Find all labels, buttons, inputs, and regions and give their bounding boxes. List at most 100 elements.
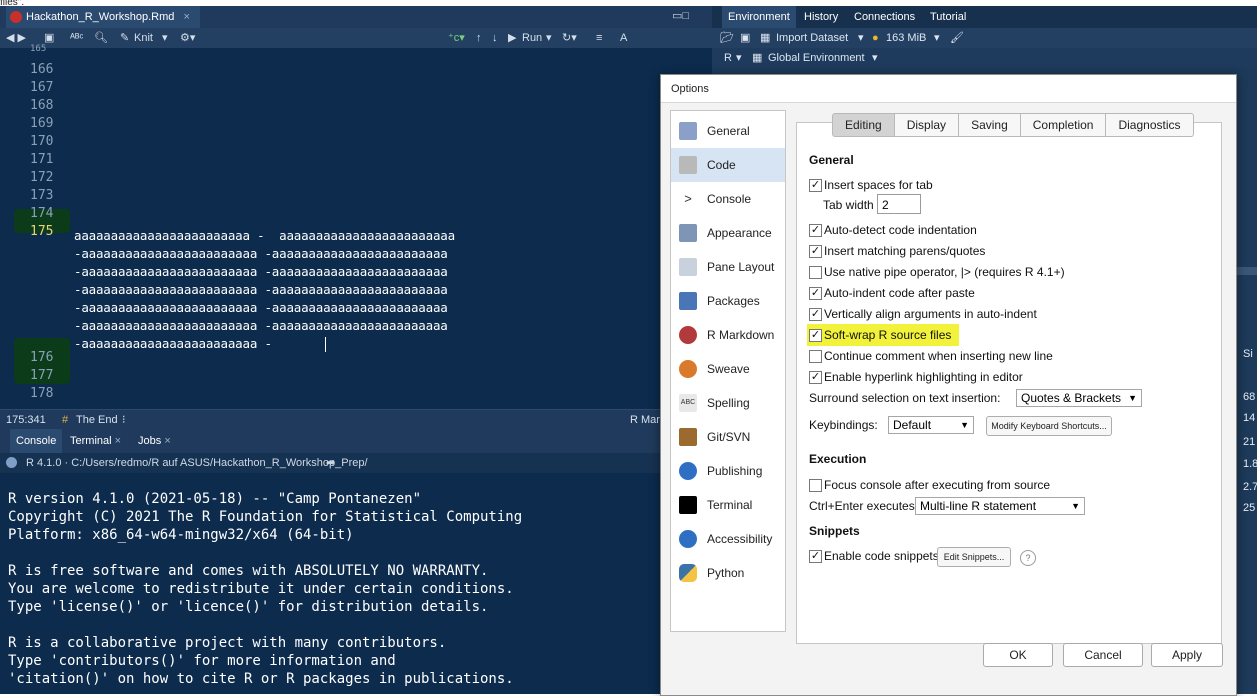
spellcheck-icon[interactable]: ᴬᴮᶜ <box>70 28 83 48</box>
pane-splitter[interactable] <box>1235 267 1257 275</box>
nav-item-spelling[interactable]: ABC Spelling <box>671 386 785 420</box>
option-label: Soft-wrap R source files <box>824 328 952 342</box>
tab-diagnostics[interactable]: Diagnostics <box>1106 113 1194 137</box>
console-line: You are welcome to redistribute it under… <box>8 581 514 597</box>
outline-icon[interactable]: ≡ <box>596 28 602 48</box>
import-dropdown-icon[interactable]: ▾ <box>858 28 864 48</box>
checkbox-checked[interactable]: ✓ <box>809 287 822 300</box>
checkbox-checked[interactable]: ✓ <box>809 308 822 321</box>
tab-console[interactable]: Console <box>10 429 63 453</box>
go-to-directory-icon[interactable]: ➦ <box>326 453 335 473</box>
save-workspace-icon[interactable]: ▣ <box>740 28 750 48</box>
checkbox-checked[interactable]: ✓ <box>809 245 822 258</box>
edit-snippets-button[interactable]: Edit Snippets... <box>937 547 1011 567</box>
down-arrow-icon[interactable]: ↓ <box>492 28 498 48</box>
search-icon[interactable]: 🔍︎ <box>94 28 108 48</box>
tab-display[interactable]: Display <box>894 113 960 137</box>
file-type-selector[interactable]: R Mar <box>630 410 660 430</box>
modify-shortcuts-button[interactable]: Modify Keyboard Shortcuts... <box>986 416 1112 436</box>
nav-item-label: Terminal <box>707 498 753 512</box>
help-icon[interactable]: ? <box>1020 550 1036 566</box>
insert-chunk-icon[interactable]: ⁺c▾ <box>448 28 465 48</box>
tab-history[interactable]: History <box>798 6 844 28</box>
close-tab-icon[interactable]: × <box>183 11 189 23</box>
environment-icon: ▦ <box>752 52 763 64</box>
tab-jobs[interactable]: Jobs × <box>132 429 177 453</box>
knit-button[interactable]: Knit <box>134 28 153 48</box>
run-icon[interactable]: ▶ <box>508 28 516 48</box>
section-snippets: Snippets <box>809 524 860 538</box>
tab-connections[interactable]: Connections <box>848 6 921 28</box>
up-arrow-icon[interactable]: ↑ <box>476 28 482 48</box>
apply-button[interactable]: Apply <box>1151 643 1223 667</box>
option-label: Continue comment when inserting new line <box>824 349 1053 363</box>
nav-item-packages[interactable]: Packages <box>671 284 785 318</box>
section-dropdown-icon[interactable]: ⁝ <box>122 410 126 430</box>
nav-item-console[interactable]: > Console <box>671 182 785 216</box>
git-box-icon <box>679 428 697 446</box>
nav-item-publishing[interactable]: Publishing <box>671 454 785 488</box>
nav-item-label: Appearance <box>707 226 772 240</box>
gear-icon[interactable]: ⚙▾ <box>180 28 195 48</box>
section-selector[interactable]: The End <box>76 410 118 430</box>
tab-editing[interactable]: Editing <box>832 113 895 137</box>
working-directory[interactable]: R 4.1.0 · C:/Users/redmo/R auf ASUS/Hack… <box>26 453 368 473</box>
tab-terminal[interactable]: Terminal × <box>64 429 127 453</box>
rerun-icon[interactable]: ↻▾ <box>562 28 577 48</box>
console-output[interactable]: R version 4.1.0 (2021-05-18) -- "Camp Po… <box>0 473 712 694</box>
language-selector[interactable]: R <box>724 48 732 68</box>
nav-item-code[interactable]: Code <box>671 148 785 182</box>
nav-item-pane-layout[interactable]: Pane Layout <box>671 250 785 284</box>
environment-dropdown-icon[interactable]: ▾ <box>872 48 878 68</box>
environment-selector[interactable]: Global Environment <box>768 48 865 68</box>
run-dropdown-icon[interactable]: ▾ <box>546 28 552 48</box>
knit-icon[interactable]: ✎ <box>120 28 129 48</box>
nav-item-r-markdown[interactable]: R Markdown <box>671 318 785 352</box>
checkbox-checked[interactable]: ✓ <box>809 329 822 342</box>
load-workspace-icon[interactable]: 📂︎ <box>720 28 734 48</box>
nav-item-git-svn[interactable]: Git/SVN <box>671 420 785 454</box>
import-dataset-button[interactable]: Import Dataset <box>776 28 848 48</box>
nav-item-sweave[interactable]: Sweave <box>671 352 785 386</box>
line-number: 172 <box>30 170 54 185</box>
surround-select[interactable]: Quotes & Brackets ▼ <box>1016 389 1142 407</box>
keybindings-select[interactable]: Default ▼ <box>888 416 974 434</box>
import-dataset-icon[interactable]: ▦ <box>760 28 770 48</box>
minimize-pane-icon[interactable]: ▭□ <box>672 9 689 22</box>
close-jobs-icon[interactable]: × <box>164 435 170 447</box>
tab-saving[interactable]: Saving <box>959 113 1021 137</box>
knit-dropdown-icon[interactable]: ▾ <box>162 28 168 48</box>
format-icon[interactable]: A <box>620 28 627 48</box>
close-terminal-icon[interactable]: × <box>115 435 121 447</box>
nav-item-appearance[interactable]: Appearance <box>671 216 785 250</box>
tab-tutorial[interactable]: Tutorial <box>924 6 972 28</box>
checkbox-unchecked[interactable] <box>809 266 822 279</box>
ctrl-enter-select[interactable]: Multi-line R statement ▼ <box>915 497 1085 515</box>
back-forward-icon[interactable]: ◀ ▶ <box>6 28 26 48</box>
tab-width-input[interactable]: 2 <box>877 194 921 214</box>
nav-item-python[interactable]: Python <box>671 556 785 590</box>
language-dropdown-icon[interactable]: ▾ <box>736 48 742 68</box>
checkbox-checked[interactable]: ✓ <box>809 224 822 237</box>
memory-dropdown-icon[interactable]: ▾ <box>934 28 940 48</box>
memory-usage[interactable]: 163 MiB <box>886 28 926 48</box>
tab-environment[interactable]: Environment <box>722 6 796 28</box>
checkbox-checked[interactable]: ✓ <box>809 371 822 384</box>
run-button[interactable]: Run <box>522 28 542 48</box>
nav-item-accessibility[interactable]: Accessibility <box>671 522 785 556</box>
environment-toolbar: 📂︎ ▣ ▦ Import Dataset ▾ ● 163 MiB ▾ 🖌︎ <box>712 28 1257 48</box>
cancel-button[interactable]: Cancel <box>1063 643 1143 667</box>
editor-file-tab[interactable]: Hackathon_R_Workshop.Rmd × <box>6 6 200 28</box>
code-area[interactable]: 165 166 167 168 169 170 171 172 173 174 … <box>0 44 712 409</box>
nav-item-terminal[interactable]: Terminal <box>671 488 785 522</box>
line-number: 177 <box>30 368 54 383</box>
checkbox-unchecked[interactable] <box>809 479 822 492</box>
checkbox-checked[interactable]: ✓ <box>809 179 822 192</box>
checkbox-checked[interactable]: ✓ <box>809 550 822 563</box>
checkbox-unchecked[interactable] <box>809 350 822 363</box>
tab-completion[interactable]: Completion <box>1020 113 1107 137</box>
ok-button[interactable]: OK <box>983 643 1053 667</box>
nav-item-general[interactable]: General <box>671 114 785 148</box>
clear-workspace-icon[interactable]: 🖌︎ <box>950 28 964 48</box>
options-tabs: Editing Display Saving Completion Diagno… <box>832 113 1194 137</box>
